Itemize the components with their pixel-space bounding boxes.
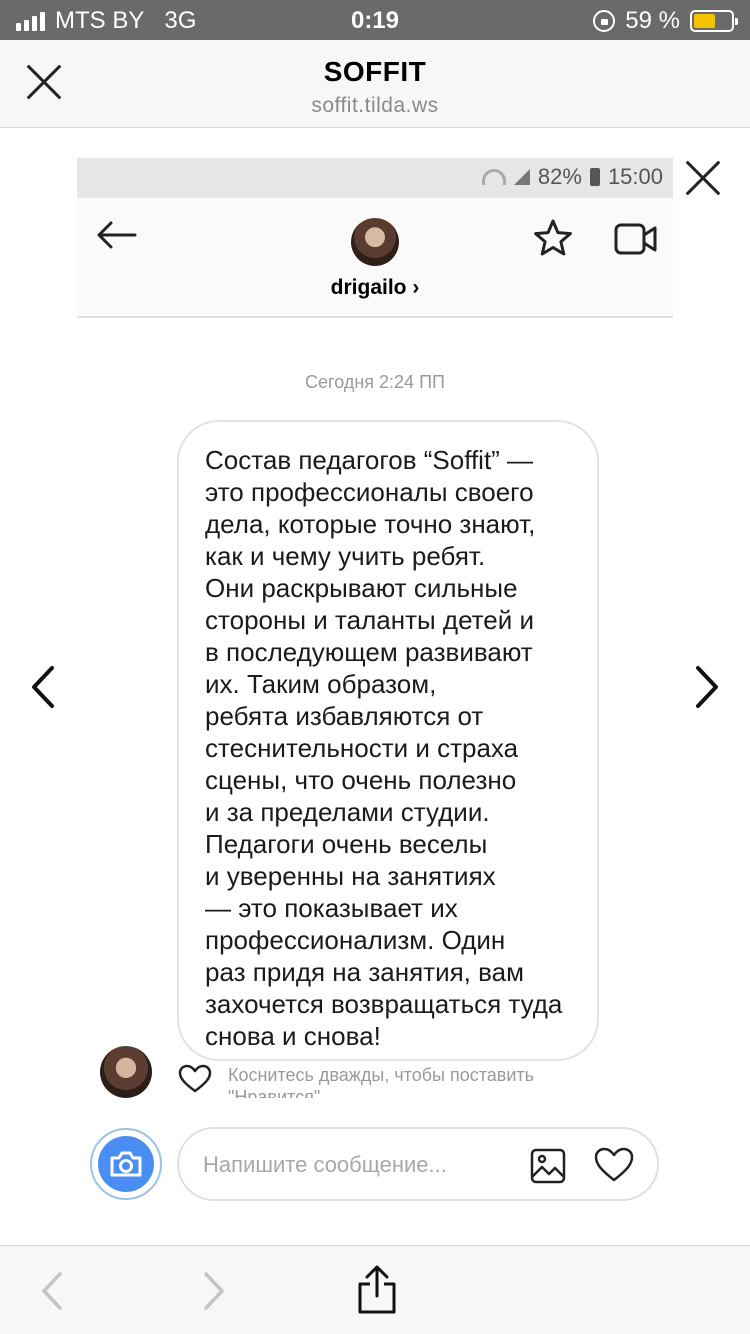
battery-percent: 59 % xyxy=(625,7,680,34)
message-bubble: Состав педагогов “Soffit” — это професси… xyxy=(177,420,599,1061)
heart-outline-icon xyxy=(178,1064,212,1099)
forward-chevron-icon[interactable] xyxy=(200,1270,228,1317)
slide-next-icon[interactable] xyxy=(692,662,722,717)
message-timestamp: Сегодня 2:24 ПП xyxy=(305,372,445,392)
dm-header: drigailo › xyxy=(77,198,673,318)
status-right: 59 % xyxy=(593,7,738,35)
message-input xyxy=(203,1147,503,1183)
browser-header: SOFFIT soffit.tilda.ws xyxy=(0,40,750,128)
camera-icon xyxy=(98,1136,154,1192)
battery-icon xyxy=(589,168,600,186)
heart-icon xyxy=(593,1146,635,1189)
avatar xyxy=(351,218,399,266)
chevron-right-icon: › xyxy=(412,276,420,299)
status-bar: MTS BY 3G 0:19 59 % xyxy=(0,0,750,40)
back-chevron-icon[interactable] xyxy=(38,1270,66,1317)
message-text: Состав педагогов “Soffit” — это професси… xyxy=(205,445,563,1051)
back-arrow-icon xyxy=(95,220,139,250)
close-gallery-icon[interactable] xyxy=(683,158,723,198)
star-icon xyxy=(533,218,573,258)
signal-icon xyxy=(513,169,530,185)
page-url: soffit.tilda.ws xyxy=(311,94,439,117)
like-hint: Коснитесь дважды, чтобы поставить "Нрави… xyxy=(228,1065,535,1098)
orientation-lock-icon xyxy=(593,10,616,32)
slide-prev-icon[interactable] xyxy=(28,662,58,717)
page-title: SOFFIT xyxy=(323,56,427,87)
camera-button xyxy=(90,1128,162,1200)
sender-avatar xyxy=(100,1046,152,1098)
embedded-status-bar: 82% 15:00 xyxy=(77,158,673,198)
browser-toolbar xyxy=(0,1245,750,1334)
message-composer xyxy=(177,1127,659,1201)
video-camera-icon xyxy=(614,222,658,256)
gallery-icon xyxy=(529,1147,567,1190)
embedded-battery-percent: 82% xyxy=(537,164,582,189)
battery-icon xyxy=(690,10,738,32)
share-icon[interactable] xyxy=(355,1264,399,1321)
embedded-time: 15:00 xyxy=(607,164,663,189)
dm-username: drigailo xyxy=(330,276,407,299)
wifi-icon xyxy=(481,169,506,185)
